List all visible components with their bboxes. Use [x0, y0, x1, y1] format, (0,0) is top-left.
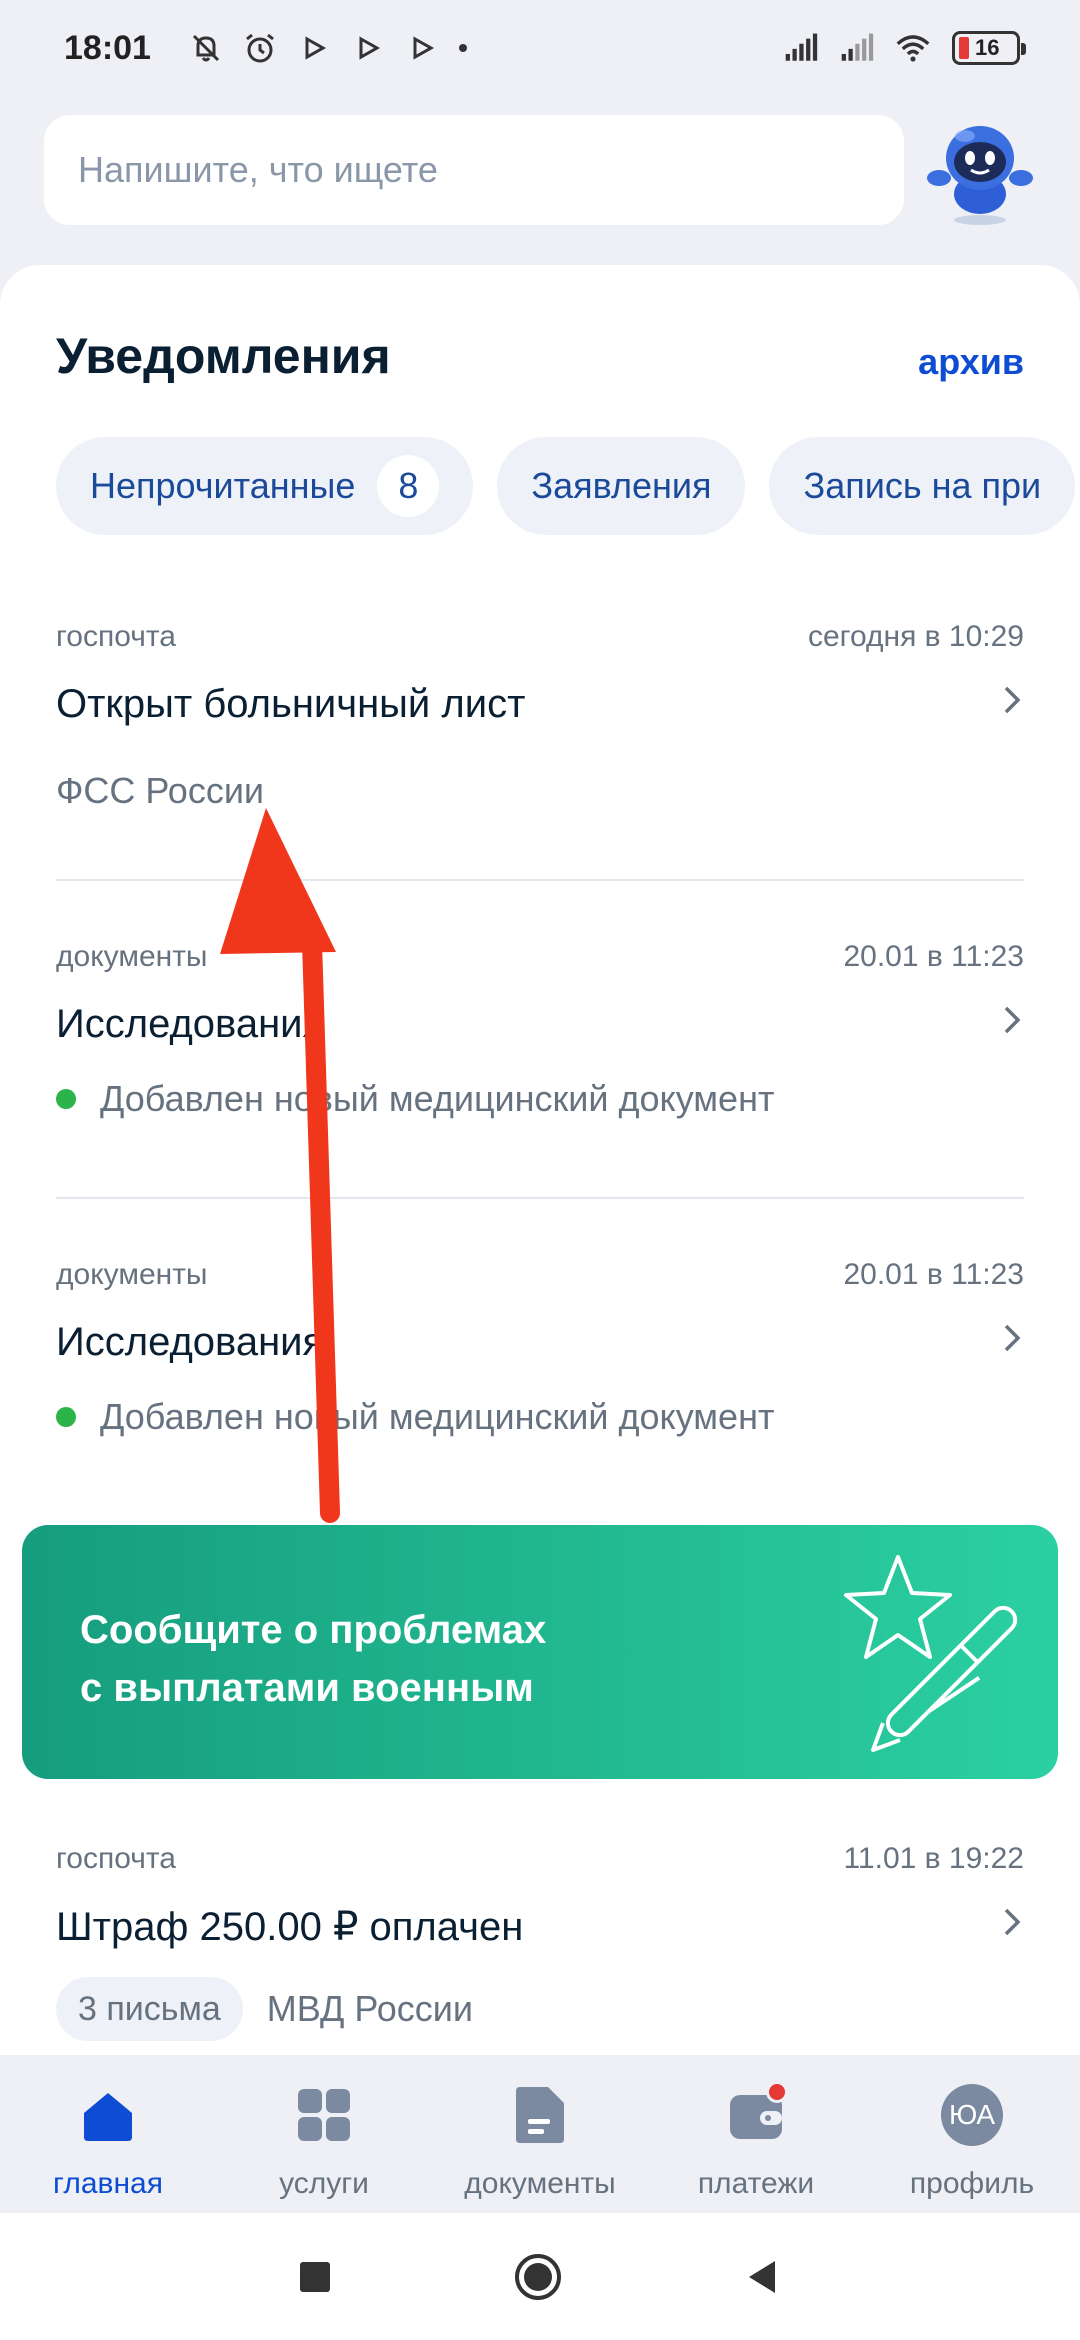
wallet-icon — [724, 2081, 788, 2147]
notification-status: Добавлен новый медицинский документ — [56, 1078, 774, 1120]
chip-label: Запись на при — [803, 465, 1042, 506]
notification-dot — [766, 2081, 788, 2103]
alarm-icon — [243, 31, 277, 65]
banner-line: Сообщите о проблемах — [80, 1608, 547, 1652]
grid-icon — [292, 2083, 356, 2147]
nav-label: платежи — [697, 2167, 815, 2200]
nav-label: профиль — [909, 2167, 1035, 2200]
avatar: ЮА — [941, 2084, 1003, 2146]
home-icon — [76, 2083, 140, 2147]
notification-subtitle: МВД России — [266, 1988, 474, 2029]
nav-home[interactable]: главная — [8, 2083, 208, 2201]
search-placeholder: Напишите, что ищете — [78, 149, 438, 190]
status-dot — [56, 1407, 76, 1427]
notification-category: документы — [56, 940, 208, 973]
notification-subtitle: ФСС России — [56, 770, 265, 811]
divider — [56, 1197, 1024, 1199]
back-icon[interactable] — [743, 2257, 783, 2297]
wifi-icon — [896, 31, 930, 65]
military-payments-banner[interactable]: Сообщите о проблемах с выплатами военным — [22, 1525, 1058, 1779]
nav-documents[interactable]: документы — [440, 2083, 640, 2201]
recent-apps-icon[interactable] — [297, 2259, 333, 2295]
search-input[interactable]: Напишите, что ищете — [44, 115, 904, 225]
notification-date: 20.01 в 11:23 — [843, 1258, 1024, 1291]
nav-profile[interactable]: ЮА профиль — [872, 2083, 1072, 2201]
signal-icon — [840, 31, 874, 65]
status-bar: 18:01 16 — [0, 0, 1080, 96]
archive-link[interactable]: архив — [918, 341, 1024, 383]
letters-count-pill: 3 письма — [56, 1977, 243, 2041]
document-icon — [508, 2083, 572, 2147]
play-icon — [405, 31, 439, 65]
nav-label: документы — [464, 2167, 616, 2200]
notification-category: документы — [56, 1258, 208, 1291]
chip-unread[interactable]: Непрочитанные 8 — [56, 437, 474, 535]
chip-label: Заявления — [531, 465, 712, 506]
banner-text: Сообщите о проблемах с выплатами военным — [80, 1601, 680, 1717]
chevron-right-icon — [1004, 1324, 1021, 1352]
notification-item[interactable]: госпочта 11.01 в 19:22 Штраф 250.00 ₽ оп… — [56, 1842, 1024, 2055]
nav-services[interactable]: услуги — [224, 2083, 424, 2201]
play-icon — [351, 31, 385, 65]
page-title: Уведомления — [56, 328, 391, 384]
notification-category: госпочта — [56, 1842, 176, 1875]
notification-date: сегодня в 10:29 — [808, 620, 1024, 653]
notification-meta: 3 письма МВД России — [56, 1977, 473, 2041]
battery-icon: 16 — [952, 31, 1026, 65]
chip-applications[interactable]: Заявления — [497, 437, 746, 535]
more-notifications-dot — [458, 44, 467, 52]
battery-level: 16 — [975, 35, 1000, 60]
notification-title: Исследования — [56, 1320, 325, 1364]
chevron-right-icon — [1004, 1908, 1021, 1936]
status-time: 18:01 — [64, 28, 151, 67]
nav-payments[interactable]: платежи — [656, 2081, 856, 2201]
nav-label: услуги — [279, 2167, 369, 2200]
assistant-robot-icon[interactable] — [925, 112, 1035, 228]
notification-title: Исследования — [56, 1002, 325, 1046]
notification-sender: ФСС России — [56, 770, 264, 812]
bottom-nav: главная услуги документы платежи ЮА проф… — [0, 2055, 1080, 2213]
status-dot — [56, 1089, 76, 1109]
chip-appointments[interactable]: Запись на при — [769, 437, 1076, 535]
notification-subtitle: Добавлен новый медицинский документ — [100, 1396, 775, 1437]
notification-date: 11.01 в 19:22 — [843, 1842, 1024, 1875]
notification-category: госпочта — [56, 620, 176, 653]
notifications-panel: Уведомления архив Непрочитанные 8 Заявле… — [0, 265, 1080, 2055]
home-button-icon[interactable] — [513, 2252, 563, 2302]
notification-subtitle: Добавлен новый медицинский документ — [100, 1078, 775, 1119]
chevron-right-icon — [1004, 686, 1021, 714]
notification-item[interactable]: документы 20.01 в 11:23 Исследования Доб… — [56, 1258, 1024, 1438]
bell-off-icon — [189, 31, 223, 65]
banner-line: с выплатами военным — [80, 1666, 534, 1710]
notification-item[interactable]: госпочта сегодня в 10:29 Открыт больничн… — [56, 620, 1024, 820]
notification-title: Открыт больничный лист — [56, 682, 526, 726]
notification-date: 20.01 в 11:23 — [843, 940, 1024, 973]
notification-item[interactable]: документы 20.01 в 11:23 Исследования Доб… — [56, 940, 1024, 1120]
unread-count-badge: 8 — [377, 455, 440, 517]
play-icon — [297, 31, 331, 65]
filter-chips: Непрочитанные 8 Заявления Запись на при — [56, 437, 1076, 535]
system-nav-bar — [0, 2213, 1080, 2340]
nav-label: главная — [53, 2167, 163, 2200]
divider — [56, 879, 1024, 881]
notification-status: Добавлен новый медицинский документ — [56, 1396, 774, 1438]
notification-title: Штраф 250.00 ₽ оплачен — [56, 1905, 524, 1949]
chip-label: Непрочитанные — [90, 465, 356, 506]
star-pen-icon — [844, 1555, 1018, 1752]
chevron-right-icon — [1004, 1006, 1021, 1034]
signal-icon — [784, 31, 818, 65]
